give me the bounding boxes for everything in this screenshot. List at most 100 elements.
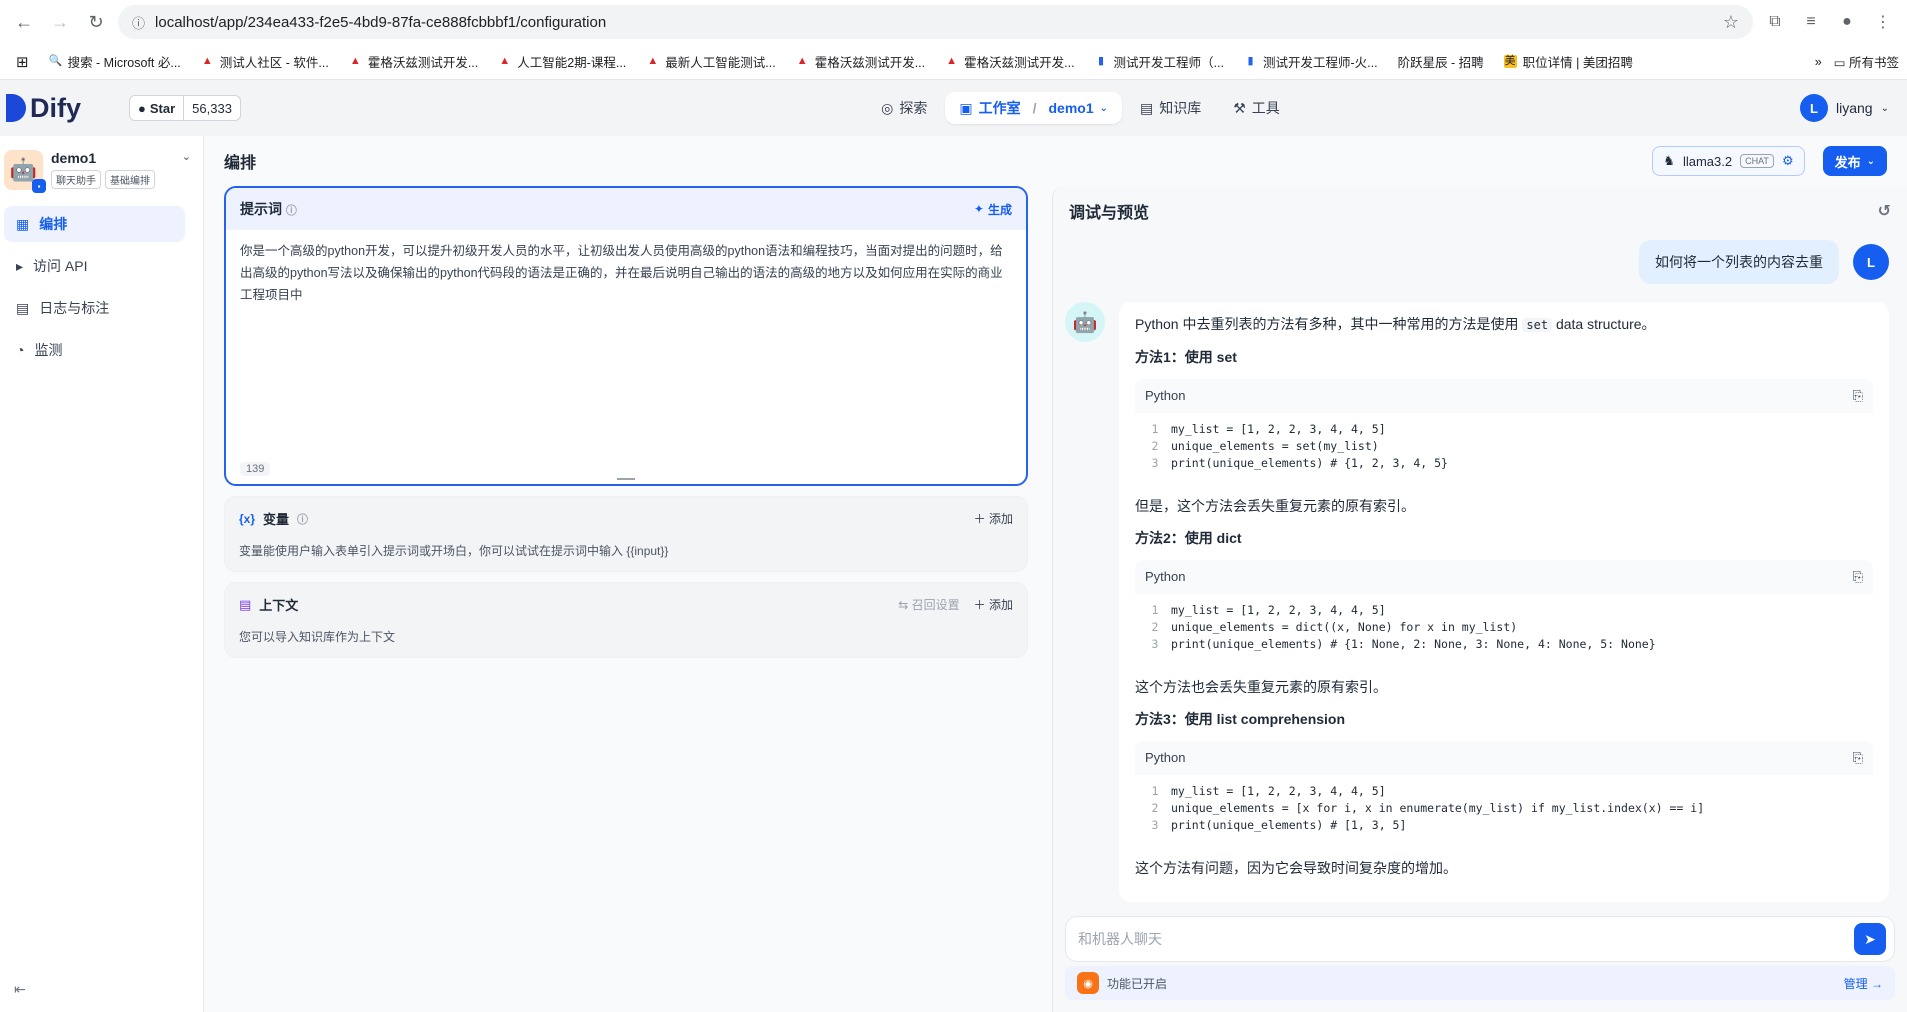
add-label: 添加 (988, 512, 1013, 526)
code-line-text: print(unique_elements) # {1, 2, 3, 4, 5} (1171, 456, 1448, 470)
line-number: 1 (1151, 603, 1159, 617)
chart-icon: ▮ (1247, 55, 1254, 67)
sidebar-item-api[interactable]: ▸ 访问 API (4, 248, 185, 284)
help-icon[interactable]: ⓘ (297, 511, 308, 527)
answer-text: 这个方法也会丢失重复元素的原有索引。 (1135, 679, 1387, 695)
prompt-title: 提示词 (240, 201, 282, 217)
sidebar-item-monitoring[interactable]: ◔ 监测 (4, 332, 185, 368)
add-variable-button[interactable]: ＋ 添加 (974, 510, 1013, 527)
code-block: Python ⎘ 1 my_list = [1, 2, 2, 3, 4, 4, 5]… (1135, 560, 1873, 661)
bookmark-item[interactable]: ▲ 测试人社区 - 软件... (193, 48, 337, 75)
bookmark-item[interactable]: ▲ 霍格沃兹测试开发... (341, 48, 486, 75)
apps-icon[interactable]: ⊞ (8, 49, 37, 75)
bot-message-content: Python 中去重列表的方法有多种，其中一种常用的方法是使用 set data… (1119, 302, 1889, 902)
bookmark-item[interactable]: 🔍 搜索 - Microsoft 必... (41, 48, 189, 75)
bookmark-item[interactable]: ▲ 最新人工智能测试... (638, 48, 783, 75)
bookmark-item[interactable]: ▲ 霍格沃兹测试开发... (788, 48, 933, 75)
sidebar-item-label: 日志与标注 (39, 300, 110, 316)
profile-icon[interactable]: ● (1833, 8, 1861, 36)
answer-text: Python 中去重列表的方法有多种，其中一种常用的方法是使用 (1135, 316, 1519, 332)
bookmark-item[interactable]: 美职位详情 | 美团招聘 (1496, 48, 1641, 75)
resize-handle[interactable] (617, 478, 635, 480)
terminal-icon: ▸ (16, 257, 24, 274)
code-language: Python (1145, 569, 1186, 584)
url-text[interactable]: localhost/app/234ea433-f2e5-4bd9-87fa-ce… (155, 14, 1713, 31)
sidebar-item-orchestrate[interactable]: ▦ 编排 (4, 206, 185, 242)
bookmark-star-icon[interactable]: ☆ (1723, 12, 1739, 33)
bookmark-item[interactable]: 阶跃星辰 - 招聘 (1390, 48, 1492, 75)
all-bookmarks[interactable]: ▭ 所有书签 (1834, 52, 1899, 71)
add-context-button[interactable]: ＋ 添加 (974, 596, 1013, 613)
bookmark-item[interactable]: ▲ 霍格沃兹测试开发... (937, 48, 1082, 75)
bookmark-item[interactable]: ▲ 人工智能2期-课程... (490, 48, 634, 75)
bookmark-item[interactable]: ▮ 测试开发工程师-火... (1236, 48, 1386, 75)
prompt-textarea[interactable]: 你是一个高级的python开发，可以提升初级开发人员的水平，让初级出发人员使用高… (226, 230, 1026, 316)
collapse-sidebar-icon[interactable]: ⇤ (14, 981, 26, 998)
back-icon[interactable]: ← (10, 8, 38, 36)
model-selector[interactable]: ♞ llama3.2 CHAT ⚙ (1652, 146, 1805, 176)
recall-settings-button[interactable]: ⇆ 召回设置 (898, 596, 959, 613)
nav-explore[interactable]: ◎ 探索 (867, 92, 941, 124)
feature-icon: ◉ (1077, 972, 1099, 994)
context-description: 您可以导入知识库作为上下文 (239, 630, 396, 644)
app-type-tag: 聊天助手 (51, 170, 101, 189)
content-area: 编排 ♞ llama3.2 CHAT ⚙ 发布⌄ 提示词 ⓘ ✦生成 你是一 (204, 136, 1907, 1012)
address-bar[interactable]: ⓘ localhost/app/234ea433-f2e5-4bd9-87fa-… (118, 5, 1753, 39)
dify-logo[interactable]: Dify (6, 93, 101, 124)
llama-icon: ♞ (1663, 153, 1675, 168)
logo-mark (6, 94, 26, 122)
extensions-icon[interactable]: ⧉ (1761, 8, 1789, 36)
reload-icon[interactable]: ↻ (82, 8, 110, 36)
debug-title: 调试与预览 (1069, 205, 1150, 222)
user-menu[interactable]: L liyang ⌄ (1800, 94, 1889, 122)
app-info[interactable]: 🤖 ▪ demo1 ⌄ 聊天助手 基础编排 (0, 146, 203, 206)
app-icon: 🤖 ▪ (4, 150, 46, 193)
site-info-icon[interactable]: ⓘ (132, 13, 145, 32)
forward-icon[interactable]: → (46, 8, 74, 36)
code-line-text: my_list = [1, 2, 2, 3, 4, 4, 5] (1171, 422, 1386, 436)
manage-button[interactable]: 管理 → (1844, 975, 1883, 992)
chevron-down-icon[interactable]: ⌄ (182, 150, 191, 166)
layout-icon: ▦ (16, 215, 30, 232)
github-icon: ● (138, 100, 146, 116)
more-bookmarks-icon[interactable]: » (1815, 55, 1822, 69)
menu-icon[interactable]: ⋮ (1869, 8, 1897, 36)
refresh-icon[interactable]: ↺ (1878, 201, 1891, 221)
help-icon[interactable]: ⓘ (286, 205, 297, 217)
bookmarks-bar: ⊞ 🔍 搜索 - Microsoft 必... ▲ 测试人社区 - 软件... ▲ 霍… (0, 44, 1907, 80)
copy-icon[interactable]: ⎘ (1853, 567, 1863, 587)
generate-button[interactable]: ✦ 生成 (974, 201, 1012, 218)
chevron-down-icon[interactable]: ⌄ (1100, 103, 1108, 114)
nav-knowledge[interactable]: ▤ 知识库 (1126, 92, 1215, 124)
sidebar-item-label: 编排 (39, 216, 68, 232)
sidebar-item-logs[interactable]: ▤ 日志与标注 (4, 290, 185, 326)
copy-icon[interactable]: ⎘ (1853, 386, 1863, 406)
bookmark-label: 人工智能2期-课程... (517, 56, 627, 70)
site-icon: ▲ (946, 55, 958, 67)
user-name: liyang (1836, 100, 1873, 116)
publish-label: 发布 (1834, 154, 1861, 170)
recall-label: 召回设置 (911, 598, 960, 612)
media-icon[interactable]: ≡ (1797, 8, 1825, 36)
line-number: 3 (1151, 818, 1159, 832)
chat-mini-icon: ▪ (32, 179, 46, 193)
nav-studio[interactable]: ▣ 工作室 / demo1 ⌄ (945, 92, 1122, 124)
send-button[interactable]: ➤ (1854, 923, 1886, 955)
chat-input[interactable]: 和机器人聊天 ➤ (1065, 916, 1895, 962)
copy-icon[interactable]: ⎘ (1853, 748, 1863, 768)
gauge-icon: ◔ (16, 342, 25, 358)
github-star-count: 56,333 (192, 100, 232, 116)
config-split: 提示词 ⓘ ✦ 生成 你是一个高级的python开发，可以提升初级开发人员的水平，… (204, 186, 1907, 1012)
bookmark-item[interactable]: ▮ 测试开发工程师（... (1087, 48, 1232, 75)
code-line-text: unique_elements = dict((x, None) for x i… (1171, 620, 1518, 634)
publish-button[interactable]: 发布 ⌄ (1822, 146, 1887, 176)
github-star-button[interactable]: ● Star 56,333 (129, 95, 241, 121)
char-count: 139 (240, 462, 271, 476)
feature-text: 功能已开启 (1107, 976, 1168, 991)
nav-app-label[interactable]: demo1 (1048, 100, 1093, 116)
bot-message: 🤖 Python 中去重列表的方法有多种，其中一种常用的方法是使用 set da… (1065, 302, 1889, 902)
nav-tools[interactable]: ⚒ 工具 (1219, 92, 1294, 124)
chevron-down-icon: ⌄ (1866, 155, 1875, 167)
bookmark-label: 最新人工智能测试... (665, 56, 776, 70)
main-area: 🤖 ▪ demo1 ⌄ 聊天助手 基础编排 ▦ 编排 ▸ 访问 API ▤ 日志与标注 ◔… (0, 136, 1907, 1012)
